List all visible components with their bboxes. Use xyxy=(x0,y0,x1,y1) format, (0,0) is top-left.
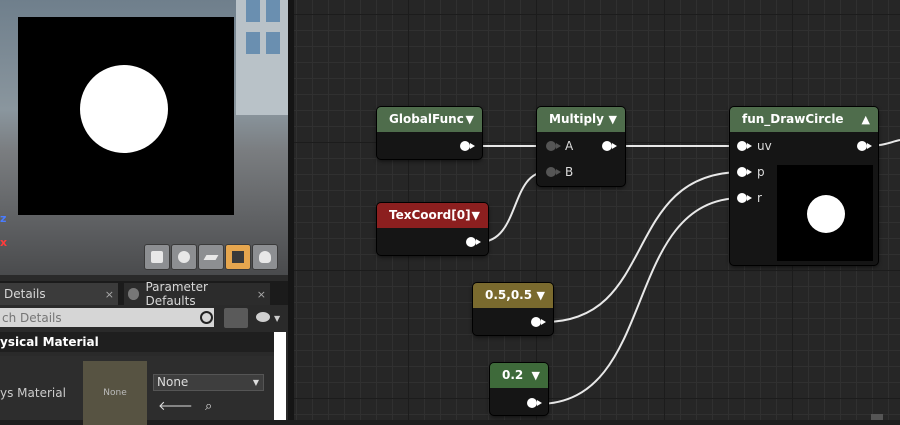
node-texcoord[interactable]: TexCoord[0] ▼ xyxy=(377,203,488,255)
output-pin[interactable] xyxy=(460,141,475,151)
axis-z-label: z xyxy=(0,212,7,225)
cylinder-icon[interactable] xyxy=(144,244,170,270)
node-title: TexCoord[0] xyxy=(389,208,471,222)
node-globalfunc[interactable]: GlobalFunc ▼ xyxy=(377,107,482,159)
chevron-down-icon[interactable]: ▼ xyxy=(537,283,545,308)
chevron-down-icon[interactable]: ▼ xyxy=(532,363,540,388)
node-header: Multiply ▼ xyxy=(537,107,625,132)
output-pin[interactable] xyxy=(527,398,542,408)
details-search-row: ▼ xyxy=(0,308,290,328)
pin-label-p: p xyxy=(757,165,765,179)
cube-icon[interactable] xyxy=(225,244,251,270)
asset-actions: 🡐 ⌕ xyxy=(158,398,212,414)
close-icon[interactable]: × xyxy=(105,288,114,301)
chevron-up-icon[interactable]: ▲ xyxy=(862,107,870,132)
arrow-left-icon[interactable]: 🡐 xyxy=(158,399,193,414)
details-scrollbar[interactable] xyxy=(274,332,286,420)
node-title: 0.5,0.5 xyxy=(485,288,533,302)
tab-details-label: Details xyxy=(4,287,46,301)
node-preview-thumbnail xyxy=(777,165,873,261)
node-title: Multiply xyxy=(549,112,604,126)
browse-search-icon[interactable]: ⌕ xyxy=(205,399,212,414)
teapot-icon[interactable] xyxy=(252,244,278,270)
view-options-button[interactable] xyxy=(224,308,248,328)
node-header: 0.5,0.5 ▼ xyxy=(473,283,553,308)
input-pin-uv[interactable] xyxy=(737,141,752,151)
axis-x-label: x xyxy=(0,236,8,249)
asset-picker-combo[interactable]: None ▼ xyxy=(153,374,264,391)
output-pin[interactable] xyxy=(466,237,481,247)
node-title: GlobalFunc xyxy=(389,112,464,126)
node-header: GlobalFunc ▼ xyxy=(377,107,482,132)
node-title: fun_DrawCircle xyxy=(742,112,844,126)
search-icon[interactable] xyxy=(200,311,213,324)
details-tab-bar: Details × Parameter Defaults × xyxy=(0,280,290,308)
chevron-down-icon[interactable]: ▼ xyxy=(274,314,280,323)
eye-icon[interactable] xyxy=(256,312,270,322)
chevron-down-icon[interactable]: ▼ xyxy=(609,107,617,132)
preview-mesh xyxy=(18,17,234,215)
tab-parameter-defaults[interactable]: Parameter Defaults × xyxy=(124,280,270,308)
node-header: TexCoord[0] ▼ xyxy=(377,203,488,228)
close-icon[interactable]: × xyxy=(257,288,266,301)
plane-icon[interactable] xyxy=(198,244,224,270)
preview-circle xyxy=(80,65,168,153)
category-header[interactable]: ysical Material xyxy=(0,332,274,352)
node-constant-vector[interactable]: 0.5,0.5 ▼ xyxy=(473,283,553,335)
pin-label-b: B xyxy=(565,165,574,179)
node-fun-drawcircle[interactable]: fun_DrawCircle ▲ uv p r xyxy=(730,107,878,265)
physical-material-property-row: ys Material None None ▼ 🡐 ⌕ xyxy=(0,356,274,425)
search-details-input[interactable] xyxy=(0,308,214,327)
property-label: ys Material xyxy=(0,386,66,400)
node-multiply[interactable]: Multiply ▼ A B xyxy=(537,107,625,186)
pin-label-a: A xyxy=(565,139,574,153)
input-pin-r[interactable] xyxy=(737,193,752,203)
node-header: fun_DrawCircle ▲ xyxy=(730,107,878,132)
input-pin-a[interactable] xyxy=(546,141,561,151)
output-pin[interactable] xyxy=(857,141,872,151)
sphere-icon[interactable] xyxy=(171,244,197,270)
asset-thumbnail[interactable]: None xyxy=(83,361,147,425)
pin-label-r: r xyxy=(757,191,762,205)
preview-shape-toolbar xyxy=(144,244,278,270)
tab-parameter-defaults-label: Parameter Defaults xyxy=(145,280,208,308)
left-panel: z x Details × Parameter Defaults × ▼ ysi… xyxy=(0,0,290,425)
output-pin[interactable] xyxy=(602,141,617,151)
pin-label-uv: uv xyxy=(757,139,772,153)
search-icon xyxy=(128,288,140,300)
tab-details[interactable]: Details × xyxy=(0,283,118,305)
chevron-down-icon[interactable]: ▼ xyxy=(466,107,474,132)
graph-corner-button[interactable] xyxy=(871,414,883,420)
asset-picker-value: None xyxy=(157,375,189,389)
input-pin-p[interactable] xyxy=(737,167,752,177)
node-title: 0.2 xyxy=(502,368,524,382)
chevron-down-icon[interactable]: ▼ xyxy=(472,203,480,228)
output-pin[interactable] xyxy=(531,317,546,327)
material-preview-viewport[interactable]: z x xyxy=(0,0,288,275)
node-header: 0.2 ▼ xyxy=(490,363,548,388)
chevron-down-icon: ▼ xyxy=(252,378,259,387)
input-pin-b[interactable] xyxy=(546,167,561,177)
node-constant-scalar[interactable]: 0.2 ▼ xyxy=(490,363,548,415)
preview-circle xyxy=(807,195,845,233)
background-building xyxy=(236,0,288,115)
